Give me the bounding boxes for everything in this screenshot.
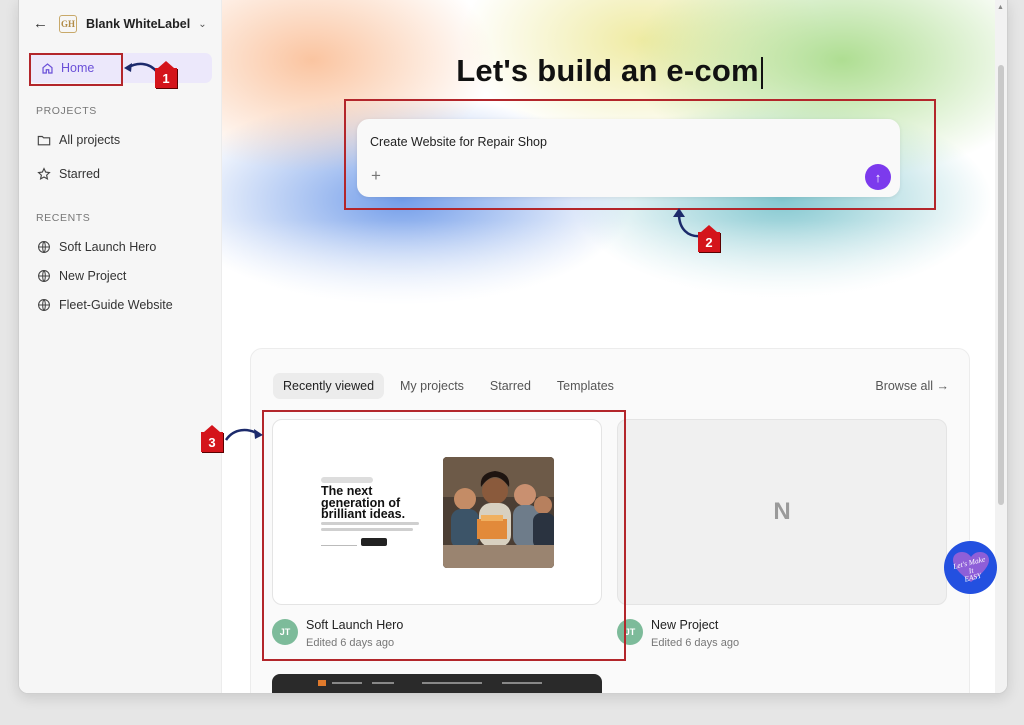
project-tabs: Recently viewed My projects Starred Temp… bbox=[273, 373, 630, 399]
help-widget-button[interactable]: Let's Make It EASY bbox=[944, 541, 997, 594]
folder-icon bbox=[37, 135, 51, 146]
sidebar-item-starred[interactable]: Starred bbox=[37, 164, 100, 184]
main-content: Let's build an e-com Create Website for … bbox=[222, 0, 997, 693]
thumbnail-nav-line bbox=[502, 682, 542, 684]
sidebar-item-label: New Project bbox=[59, 269, 127, 283]
annotation-arrow-icon bbox=[124, 62, 158, 73]
tab-my-projects[interactable]: My projects bbox=[390, 373, 474, 399]
project-card-thumbnail[interactable]: N bbox=[617, 419, 947, 605]
workspace-name[interactable]: Blank WhiteLabel bbox=[86, 17, 190, 31]
scrollbar[interactable]: ▲ bbox=[995, 0, 1007, 693]
annotation-box bbox=[29, 53, 123, 86]
annotation-badge: 2 bbox=[698, 225, 720, 252]
annotation-box bbox=[262, 410, 626, 661]
sidebar-item-recent[interactable]: Soft Launch Hero bbox=[37, 237, 156, 257]
thumbnail-nav-line bbox=[372, 682, 394, 684]
thumbnail-logo bbox=[318, 680, 326, 686]
thumbnail-nav-line bbox=[332, 682, 362, 684]
project-name[interactable]: New Project bbox=[651, 618, 718, 632]
projects-heading: PROJECTS bbox=[36, 105, 97, 117]
star-icon bbox=[37, 167, 51, 181]
chevron-down-icon[interactable]: ⌄ bbox=[198, 19, 206, 30]
annotation-badge: 1 bbox=[155, 61, 177, 88]
sidebar-item-label: Fleet-Guide Website bbox=[59, 298, 173, 312]
sidebar-item-label: Starred bbox=[59, 167, 100, 181]
annotation-badge: 3 bbox=[201, 425, 223, 452]
tab-templates[interactable]: Templates bbox=[547, 373, 624, 399]
globe-icon bbox=[38, 299, 50, 311]
workspace-logo: GH bbox=[59, 15, 77, 33]
annotation-arrow-icon bbox=[224, 428, 263, 441]
globe-icon bbox=[38, 241, 50, 253]
project-card-partial[interactable] bbox=[272, 674, 602, 693]
tab-starred[interactable]: Starred bbox=[480, 373, 541, 399]
recents-heading: RECENTS bbox=[36, 212, 91, 224]
scroll-up-icon[interactable]: ▲ bbox=[997, 4, 1004, 11]
sidebar-item-label: Soft Launch Hero bbox=[59, 240, 157, 254]
project-initial: N bbox=[773, 498, 791, 525]
heart-icon: Let's Make It EASY bbox=[952, 551, 989, 584]
tab-recently-viewed[interactable]: Recently viewed bbox=[273, 373, 385, 399]
page-title: Let's build an e-com bbox=[222, 53, 997, 89]
thumbnail-nav-line bbox=[422, 682, 482, 684]
text-caret bbox=[760, 56, 763, 89]
scrollbar-thumb[interactable] bbox=[998, 65, 1004, 505]
sidebar: ← GH Blank WhiteLabel ⌄ Home PROJECTS Al… bbox=[19, 0, 222, 693]
workspace-switcher[interactable]: ← GH Blank WhiteLabel ⌄ bbox=[33, 12, 207, 36]
back-arrow-icon[interactable]: ← bbox=[33, 12, 51, 36]
browse-all-link[interactable]: Browse all → bbox=[875, 379, 949, 393]
sidebar-item-all-projects[interactable]: All projects bbox=[37, 130, 120, 150]
sidebar-item-recent[interactable]: New Project bbox=[37, 266, 126, 286]
annotation-box bbox=[344, 99, 936, 210]
app-window: ← GH Blank WhiteLabel ⌄ Home PROJECTS Al… bbox=[18, 0, 1008, 694]
globe-icon bbox=[38, 270, 50, 282]
sidebar-item-recent[interactable]: Fleet-Guide Website bbox=[37, 295, 173, 315]
project-edited: Edited 6 days ago bbox=[651, 637, 740, 649]
sidebar-item-label: All projects bbox=[59, 133, 121, 147]
